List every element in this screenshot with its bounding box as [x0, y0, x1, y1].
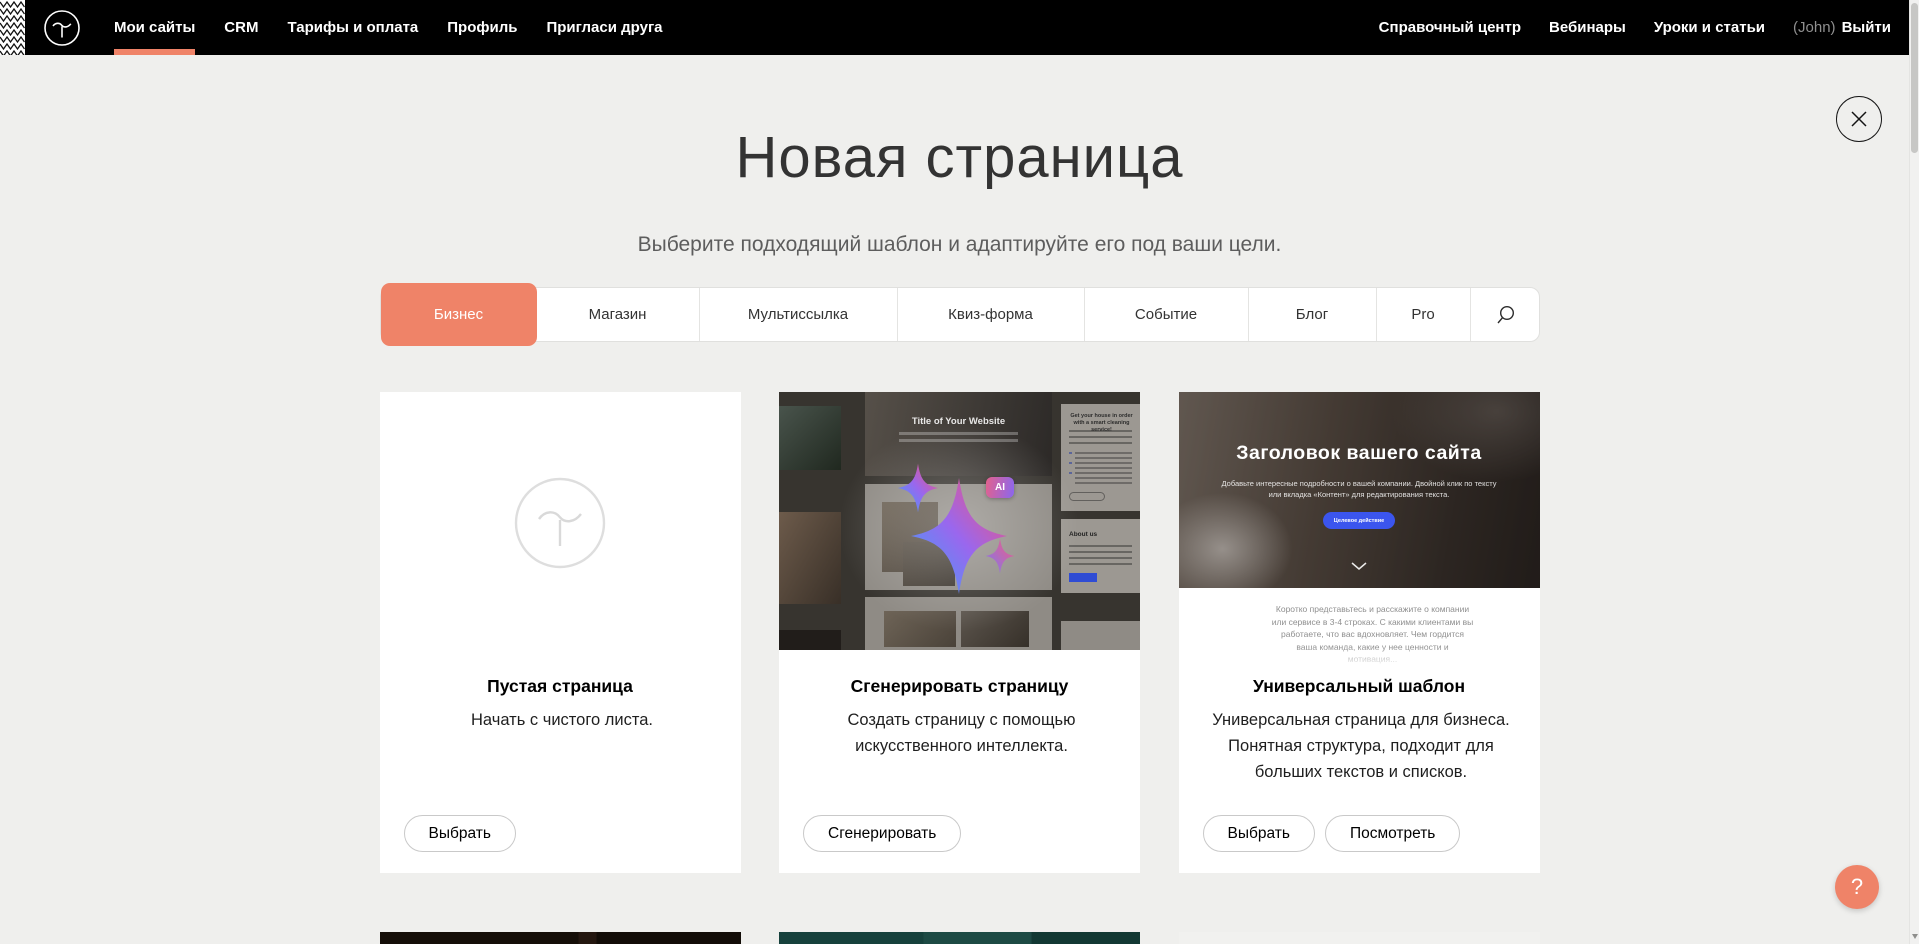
preview-site-title: Заголовок вашего сайта: [1179, 442, 1540, 465]
card-description: Начать с чистого листа.: [404, 707, 721, 733]
card-title: Пустая страница: [404, 676, 717, 697]
close-dialog-button[interactable]: [1836, 96, 1882, 142]
vertical-scrollbar[interactable]: [1909, 0, 1919, 944]
preview-cta-button: Целевое действие: [1323, 512, 1395, 529]
card-actions: Сгенерировать: [803, 815, 961, 852]
nav-item-profile[interactable]: Профиль: [447, 0, 517, 55]
user-name: (John): [1793, 19, 1836, 36]
tab-blog[interactable]: Блог: [1248, 288, 1376, 341]
tilda-logo[interactable]: [43, 0, 81, 55]
template-preview-image: [380, 932, 741, 944]
search-icon: [1494, 304, 1516, 326]
top-nav-bar: Мои сайты CRM Тарифы и оплата Профиль Пр…: [0, 0, 1919, 55]
tab-multilink[interactable]: Мультиссылка: [699, 288, 897, 341]
nav-item-help-center[interactable]: Справочный центр: [1379, 0, 1521, 55]
ai-badge: AI: [986, 477, 1014, 498]
tab-event[interactable]: Событие: [1084, 288, 1248, 341]
close-icon: [1850, 110, 1868, 128]
nav-item-invite-friend[interactable]: Пригласи друга: [546, 0, 662, 55]
tab-store[interactable]: Магазин: [537, 288, 699, 341]
scrollbar-down-arrow[interactable]: [1910, 931, 1919, 941]
template-preview-image: Заголовок вашего сайта Добавьте интересн…: [1179, 392, 1540, 588]
card-title: Универсальный шаблон: [1203, 676, 1516, 697]
view-universal-button[interactable]: Посмотреть: [1325, 815, 1460, 852]
chevron-down-icon: [1351, 557, 1367, 575]
page-subtitle: Выберите подходящий шаблон и адаптируйте…: [0, 231, 1919, 259]
nav-item-tariffs[interactable]: Тарифы и оплата: [287, 0, 418, 55]
card-actions: Выбрать: [404, 815, 516, 852]
main-nav: Мои сайты CRM Тарифы и оплата Профиль Пр…: [114, 0, 663, 55]
nav-item-webinars[interactable]: Вебинары: [1549, 0, 1626, 55]
card-description: Создать страницу с помощью искусственног…: [803, 707, 1120, 759]
help-button[interactable]: ?: [1835, 865, 1879, 909]
tab-business[interactable]: Бизнес: [381, 283, 537, 346]
preview-site-subtitle: Добавьте интересные подробности о вашей …: [1219, 478, 1500, 500]
template-card-partial[interactable]: [380, 932, 741, 944]
scrollbar-thumb[interactable]: [1911, 3, 1918, 153]
tab-pro[interactable]: Pro: [1376, 288, 1470, 341]
secondary-nav: Справочный центр Вебинары Уроки и статьи…: [1379, 0, 1919, 55]
logout-link[interactable]: Выйти: [1842, 19, 1891, 36]
choose-blank-button[interactable]: Выбрать: [404, 815, 516, 852]
template-card-partial[interactable]: [1179, 932, 1540, 944]
nav-item-my-sites[interactable]: Мои сайты: [114, 0, 195, 55]
preview-tile: [779, 406, 841, 470]
page-title: Новая страница: [0, 125, 1919, 191]
fade-overlay: [1179, 647, 1540, 673]
user-session: (John) Выйти: [1793, 0, 1891, 55]
choose-universal-button[interactable]: Выбрать: [1203, 815, 1315, 852]
preview-body-section: Коротко представьтесь и расскажите о ком…: [1179, 588, 1540, 673]
nav-item-lessons[interactable]: Уроки и статьи: [1654, 0, 1765, 55]
template-card-blank-page: Пустая страница Начать с чистого листа. …: [380, 392, 741, 873]
ai-sparkle-icon: [871, 439, 1051, 619]
zigzag-edge-decoration: [0, 0, 25, 55]
text-line-placeholder: [1075, 452, 1132, 484]
card-actions: Выбрать Посмотреть: [1203, 815, 1461, 852]
template-category-tabs: Бизнес Магазин Мультиссылка Квиз-форма С…: [380, 287, 1540, 342]
template-preview-image: [779, 932, 1140, 944]
page-head: Новая страница Выберите подходящий шабло…: [0, 55, 1919, 944]
template-card-universal: Заголовок вашего сайта Добавьте интересн…: [1179, 392, 1540, 873]
card-description: Универсальная страница для бизнеса. Поня…: [1203, 707, 1520, 785]
ai-preview-image: Title of Your Website Get your house in …: [779, 392, 1140, 650]
nav-item-crm[interactable]: CRM: [224, 0, 258, 55]
tab-quiz-form[interactable]: Квиз-форма: [897, 288, 1084, 341]
template-preview-image: [1179, 932, 1540, 944]
preview-tile: [779, 630, 841, 650]
tilda-watermark-icon: [513, 476, 607, 575]
card-title: Сгенерировать страницу: [803, 676, 1116, 697]
generate-button[interactable]: Сгенерировать: [803, 815, 961, 852]
template-grid: Пустая страница Начать с чистого листа. …: [380, 392, 1540, 944]
template-card-partial[interactable]: [779, 932, 1140, 944]
tab-search[interactable]: [1470, 288, 1539, 341]
template-card-ai-generate: Title of Your Website Get your house in …: [779, 392, 1140, 873]
preview-tile: [779, 512, 841, 604]
